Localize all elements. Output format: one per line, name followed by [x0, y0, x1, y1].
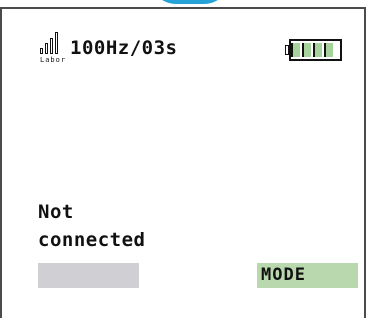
battery-body [289, 39, 342, 61]
signal-strength-icon [40, 32, 62, 54]
connection-status: Not connected [38, 201, 146, 251]
status-bar: Labor 100Hz/03s [38, 30, 358, 90]
device-top-accent [150, 0, 230, 4]
signal-label: Labor [40, 56, 67, 64]
sample-rate-display: 100Hz/03s [70, 37, 178, 59]
battery-icon [285, 39, 343, 61]
mode-button[interactable]: MODE [257, 263, 358, 288]
left-softkey-button[interactable] [38, 263, 139, 288]
